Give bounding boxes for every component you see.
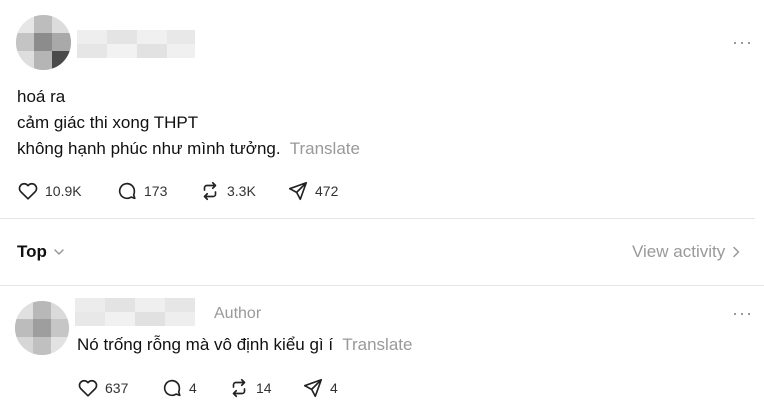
reply-more-options-button[interactable]: ··· xyxy=(732,303,753,324)
reply-repost-button[interactable]: 14 xyxy=(228,377,272,399)
like-button[interactable]: 10.9K xyxy=(17,180,82,202)
comment-icon xyxy=(163,379,181,397)
post-line-text: không hạnh phúc như mình tưởng. xyxy=(17,139,281,158)
reply-reply-button[interactable]: 4 xyxy=(161,377,197,399)
heart-icon xyxy=(18,182,38,200)
share-icon xyxy=(288,181,308,201)
reply-share-button[interactable]: 4 xyxy=(302,377,338,399)
view-activity-link[interactable]: View activity xyxy=(632,242,743,262)
post-body: hoá ra cảm giác thi xong THPT không hạnh… xyxy=(17,84,617,162)
username-redacted[interactable] xyxy=(77,30,195,58)
reply-share-count: 4 xyxy=(330,380,338,396)
comment-icon xyxy=(118,182,136,200)
heart-icon xyxy=(78,379,98,397)
reply-username-redacted[interactable] xyxy=(75,298,195,326)
reply-reply-count: 4 xyxy=(189,380,197,396)
post-line: hoá ra xyxy=(17,87,66,106)
share-button[interactable]: 472 xyxy=(287,180,338,202)
post-line: cảm giác thi xong THPT xyxy=(17,113,199,132)
share-count: 472 xyxy=(315,183,339,199)
repost-count: 3.3K xyxy=(227,183,256,199)
repost-button[interactable]: 3.3K xyxy=(199,180,256,202)
like-count: 10.9K xyxy=(45,183,82,199)
chevron-down-icon xyxy=(54,249,64,255)
reply-count: 173 xyxy=(144,183,168,199)
translate-link[interactable]: Translate xyxy=(290,139,360,158)
sort-dropdown[interactable]: Top xyxy=(17,242,66,262)
post-line: không hạnh phúc như mình tưởng. Translat… xyxy=(17,136,617,162)
reply-body: Nó trống rỗng mà vô định kiểu gì í Trans… xyxy=(77,332,677,358)
author-badge: Author xyxy=(214,305,262,322)
more-options-button[interactable]: ··· xyxy=(732,32,753,53)
reply-translate-link[interactable]: Translate xyxy=(342,335,412,354)
reply-button[interactable]: 173 xyxy=(116,180,167,202)
share-icon xyxy=(303,378,323,398)
reply-avatar[interactable] xyxy=(15,301,69,355)
view-activity-label: View activity xyxy=(632,242,726,261)
avatar[interactable] xyxy=(16,15,71,70)
reply-like-count: 637 xyxy=(105,380,129,396)
chevron-right-icon xyxy=(733,246,740,258)
repost-icon xyxy=(203,181,217,201)
reply-text: Nó trống rỗng mà vô định kiểu gì í xyxy=(77,335,334,354)
sort-label: Top xyxy=(17,242,47,261)
reply-repost-count: 14 xyxy=(256,380,272,396)
reply-like-button[interactable]: 637 xyxy=(77,377,128,399)
divider xyxy=(0,218,755,219)
divider xyxy=(0,285,764,286)
repost-icon xyxy=(232,378,246,398)
